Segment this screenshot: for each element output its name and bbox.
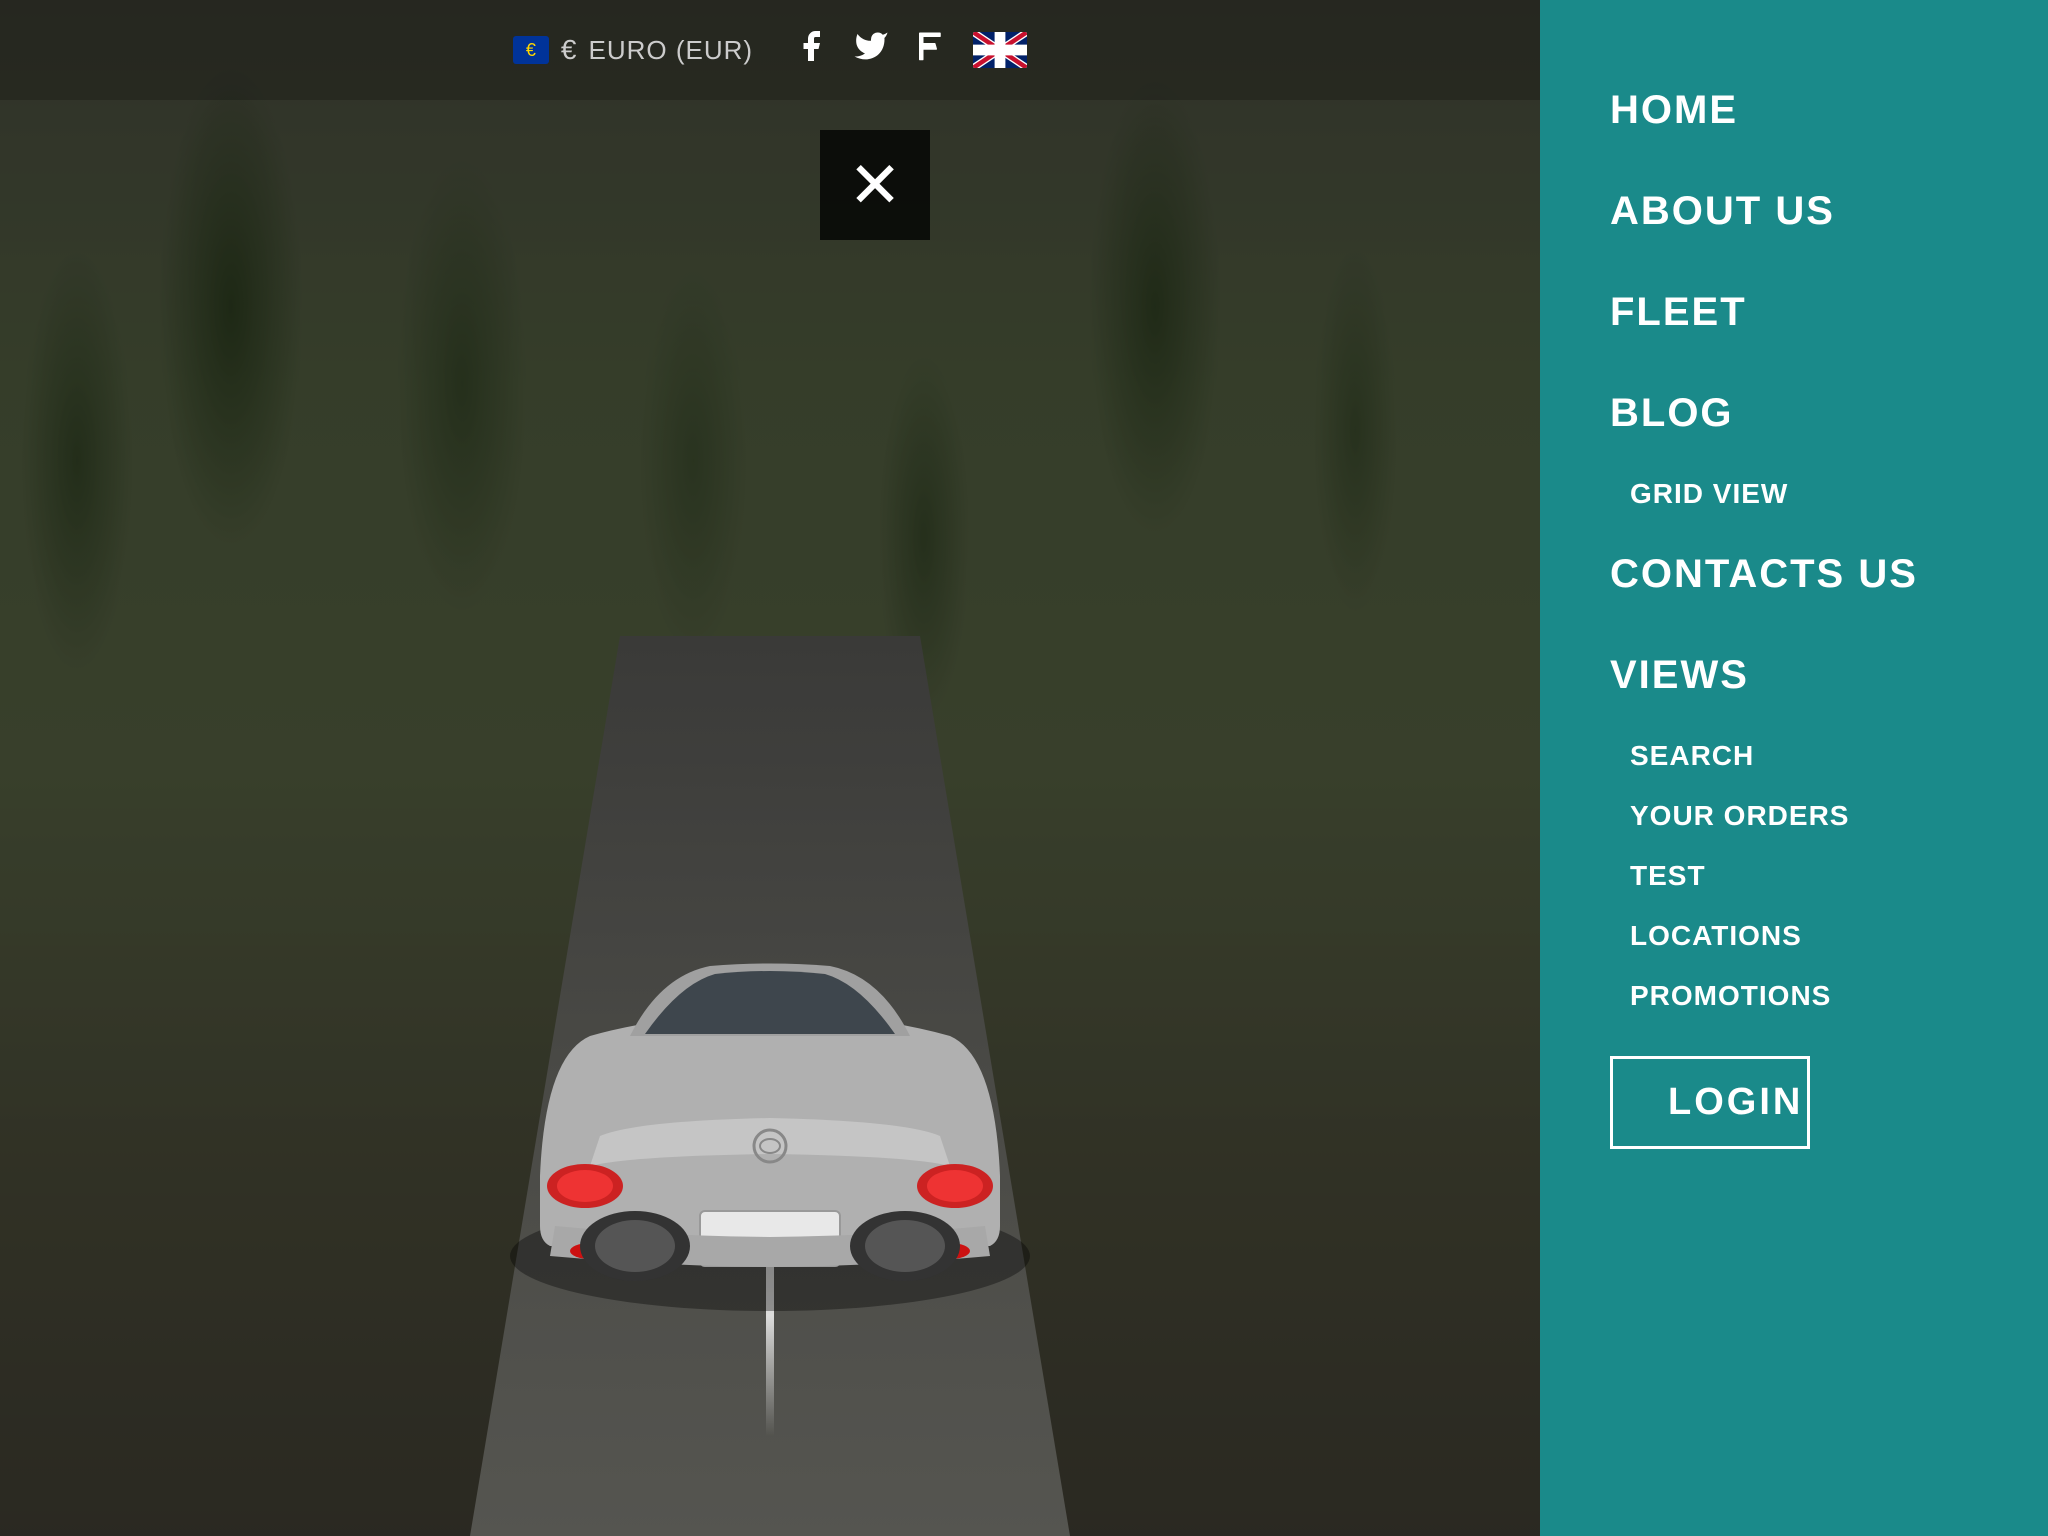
nav-sub-item-search[interactable]: SEARCH <box>1610 726 1978 786</box>
car-image <box>460 856 1080 1336</box>
nav-sub-item-promotions[interactable]: PROMOTIONS <box>1610 966 1978 1026</box>
social-icons <box>793 28 1027 72</box>
foursquare-icon[interactable] <box>913 28 949 72</box>
euro-symbol: € <box>561 34 577 66</box>
nav-sub-item-grid-view[interactable]: GRID VIEW <box>1610 464 1978 524</box>
language-flag[interactable] <box>973 32 1027 68</box>
nav-sub-item-locations[interactable]: LOCATIONS <box>1610 906 1978 966</box>
currency-label: EURO (EUR) <box>589 35 754 66</box>
nav-item-about[interactable]: ABOUT US <box>1610 161 1978 262</box>
twitter-icon[interactable] <box>853 28 889 72</box>
nav-sub-item-your-orders[interactable]: YOUR ORDERS <box>1610 786 1978 846</box>
facebook-icon[interactable] <box>793 28 829 72</box>
login-button[interactable]: LOGIN <box>1610 1056 1810 1149</box>
nav-item-fleet[interactable]: FLEET <box>1610 262 1978 363</box>
nav-item-blog[interactable]: BLOG <box>1610 363 1978 464</box>
nav-item-contacts[interactable]: CONTACTS US <box>1610 524 1978 625</box>
page-wrapper: € € EURO (EUR) <box>0 0 2048 1536</box>
close-icon: ✕ <box>848 153 902 217</box>
nav-sub-item-test[interactable]: TEST <box>1610 846 1978 906</box>
top-bar: € € EURO (EUR) <box>0 0 1540 100</box>
nav-panel: HOME ABOUT US FLEET BLOG GRID VIEW CONTA… <box>1540 0 2048 1536</box>
nav-item-home[interactable]: HOME <box>1610 60 1978 161</box>
currency-area[interactable]: € € EURO (EUR) <box>513 34 753 66</box>
background-area: € € EURO (EUR) <box>0 0 1540 1536</box>
eu-flag: € <box>513 36 549 64</box>
close-button[interactable]: ✕ <box>820 130 930 240</box>
nav-item-views[interactable]: VIEWS <box>1610 625 1978 726</box>
